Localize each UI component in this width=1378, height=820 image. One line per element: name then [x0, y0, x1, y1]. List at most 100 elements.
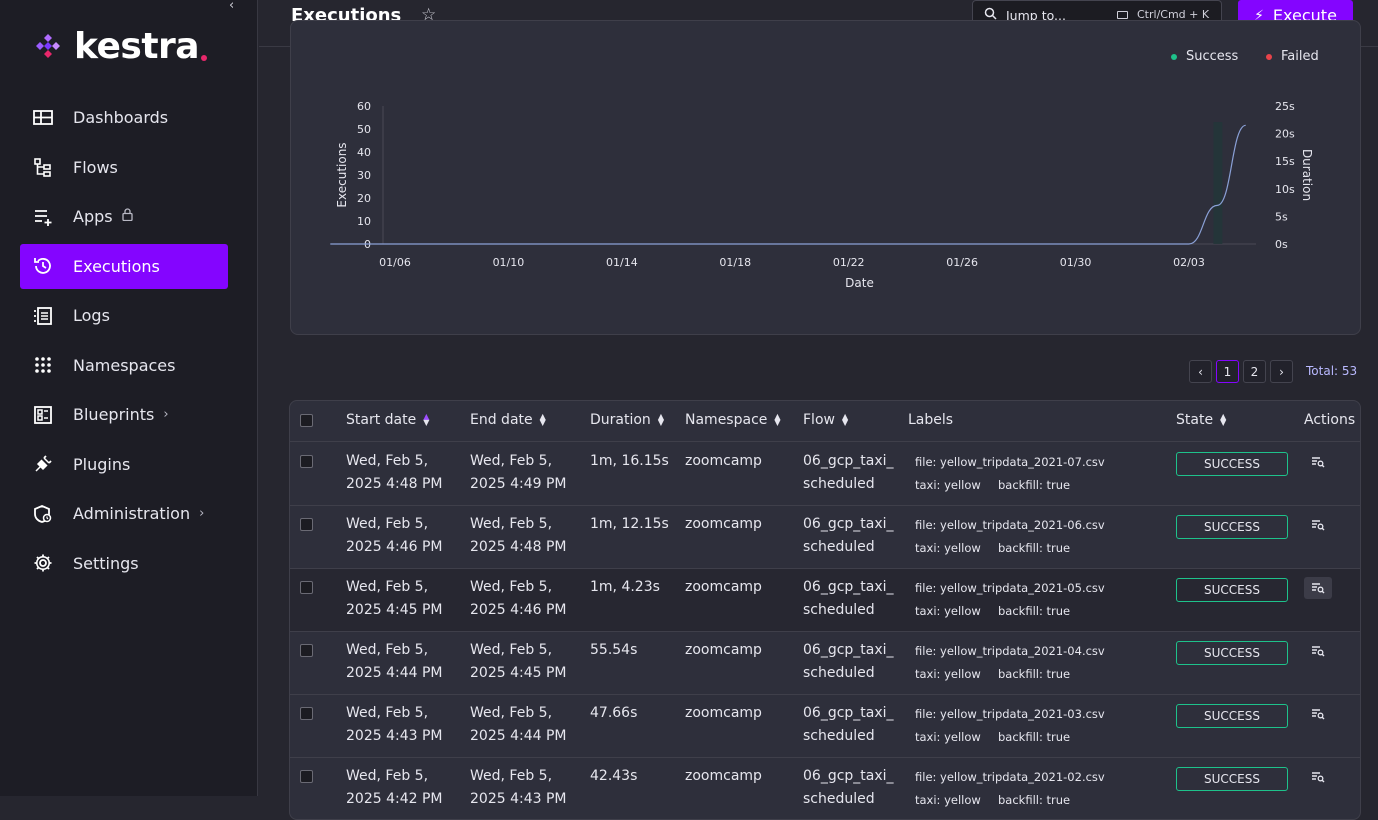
- column-duration[interactable]: Duration ▲ ▼: [590, 412, 664, 428]
- y-left-tick-label: 30: [357, 169, 371, 182]
- x-tick-label: 02/03: [1173, 256, 1205, 269]
- legend-success[interactable]: Success: [1171, 49, 1238, 64]
- sidebar-item-apps[interactable]: Apps: [20, 194, 228, 239]
- column-actions-label: Actions: [1304, 412, 1356, 428]
- flow-line-2: scheduled: [803, 539, 875, 555]
- row-checkbox[interactable]: [300, 770, 313, 783]
- blueprint-icon: [32, 404, 54, 426]
- column-labels-label: Labels: [908, 412, 954, 428]
- label-taxi[interactable]: taxi: yellow: [915, 730, 981, 744]
- namespace-cell[interactable]: zoomcamp: [685, 639, 762, 662]
- prev-page-button[interactable]: ‹: [1189, 360, 1212, 383]
- x-tick-label: 01/22: [833, 256, 865, 269]
- namespace-cell[interactable]: zoomcamp: [685, 450, 762, 473]
- sidebar-item-dashboards[interactable]: Dashboards: [20, 95, 228, 140]
- label-file[interactable]: file: yellow_tripdata_2021-02.csv: [915, 770, 1105, 784]
- flow-line-2: scheduled: [803, 728, 875, 744]
- page-1-button[interactable]: 1: [1216, 360, 1239, 383]
- flow-cell[interactable]: 06_gcp_taxi_ scheduled: [803, 450, 894, 496]
- apps-list-icon: [32, 206, 54, 228]
- column-state[interactable]: State ▲ ▼: [1176, 412, 1226, 428]
- label-file[interactable]: file: yellow_tripdata_2021-04.csv: [915, 644, 1105, 658]
- label-backfill[interactable]: backfill: true: [998, 541, 1070, 555]
- table-row[interactable]: Wed, Feb 5, 2025 4:43 PM Wed, Feb 5, 2025 4…: [290, 695, 1360, 758]
- flow-cell[interactable]: 06_gcp_taxi_ scheduled: [803, 765, 894, 811]
- table-row[interactable]: Wed, Feb 5, 2025 4:46 PM Wed, Feb 5, 2025 4…: [290, 506, 1360, 569]
- view-execution-button[interactable]: [1304, 640, 1332, 662]
- page-2-button[interactable]: 2: [1243, 360, 1266, 383]
- table-row[interactable]: Wed, Feb 5, 2025 4:44 PM Wed, Feb 5, 2025 4…: [290, 632, 1360, 695]
- flow-cell[interactable]: 06_gcp_taxi_ scheduled: [803, 513, 894, 559]
- sidebar-item-namespaces[interactable]: Namespaces: [20, 343, 228, 388]
- sidebar-item-settings[interactable]: Settings: [20, 541, 228, 586]
- label-taxi[interactable]: taxi: yellow: [915, 793, 981, 807]
- column-namespace-label: Namespace: [685, 412, 768, 428]
- column-end-date[interactable]: End date ▲ ▼: [470, 412, 546, 428]
- row-checkbox[interactable]: [300, 455, 313, 468]
- end-time-line: 2025 4:43 PM: [470, 791, 567, 807]
- label-file[interactable]: file: yellow_tripdata_2021-07.csv: [915, 455, 1105, 469]
- label-backfill[interactable]: backfill: true: [998, 604, 1070, 618]
- label-taxi[interactable]: taxi: yellow: [915, 604, 981, 618]
- logo-dot: [201, 55, 208, 61]
- sidebar-item-blueprints[interactable]: Blueprints ›: [20, 392, 228, 437]
- end-date-line: Wed, Feb 5,: [470, 642, 553, 658]
- table-row[interactable]: Wed, Feb 5, 2025 4:48 PM Wed, Feb 5, 2025 4…: [290, 443, 1360, 506]
- view-execution-button[interactable]: [1304, 514, 1332, 536]
- row-checkbox[interactable]: [300, 518, 313, 531]
- view-execution-button[interactable]: [1304, 766, 1332, 788]
- view-execution-button[interactable]: [1304, 577, 1332, 599]
- column-flow[interactable]: Flow ▲ ▼: [803, 412, 848, 428]
- select-all-checkbox[interactable]: [300, 414, 313, 427]
- collapse-sidebar-icon[interactable]: ‹: [229, 0, 241, 14]
- label-file[interactable]: file: yellow_tripdata_2021-03.csv: [915, 707, 1105, 721]
- namespace-cell[interactable]: zoomcamp: [685, 702, 762, 725]
- y-left-tick-label: 20: [357, 192, 371, 205]
- table-row[interactable]: Wed, Feb 5, 2025 4:45 PM Wed, Feb 5, 2025 4…: [290, 569, 1360, 632]
- flow-cell[interactable]: 06_gcp_taxi_ scheduled: [803, 639, 894, 685]
- label-backfill[interactable]: backfill: true: [998, 793, 1070, 807]
- column-namespace[interactable]: Namespace ▲ ▼: [685, 412, 781, 428]
- namespace-cell[interactable]: zoomcamp: [685, 576, 762, 599]
- x-tick-label: 01/06: [379, 256, 411, 269]
- view-execution-button[interactable]: [1304, 451, 1332, 473]
- sort-icon: ▲ ▼: [774, 412, 781, 427]
- sidebar-item-flows[interactable]: Flows: [20, 145, 228, 190]
- label-taxi[interactable]: taxi: yellow: [915, 541, 981, 555]
- start-date-line: Wed, Feb 5,: [346, 579, 429, 595]
- duration-cell: 42.43s: [590, 768, 638, 784]
- kestra-logo[interactable]: kestra: [32, 27, 208, 67]
- end-date-cell: Wed, Feb 5, 2025 4:43 PM: [470, 765, 567, 811]
- admin-shield-icon: [32, 503, 54, 525]
- next-page-button[interactable]: ›: [1270, 360, 1293, 383]
- sidebar-item-label: Settings: [73, 553, 139, 573]
- flow-cell[interactable]: 06_gcp_taxi_ scheduled: [803, 702, 894, 748]
- sidebar: ‹ kestra Dashboards Flows Apps Executions Lo…: [0, 0, 258, 796]
- label-file[interactable]: file: yellow_tripdata_2021-06.csv: [915, 518, 1105, 532]
- column-duration-label: Duration: [590, 412, 651, 428]
- view-execution-button[interactable]: [1304, 703, 1332, 725]
- namespace-cell[interactable]: zoomcamp: [685, 513, 762, 536]
- label-backfill[interactable]: backfill: true: [998, 478, 1070, 492]
- flow-cell[interactable]: 06_gcp_taxi_ scheduled: [803, 576, 894, 622]
- row-checkbox[interactable]: [300, 581, 313, 594]
- label-backfill[interactable]: backfill: true: [998, 730, 1070, 744]
- label-taxi[interactable]: taxi: yellow: [915, 478, 981, 492]
- success-bar: [1213, 122, 1223, 244]
- label-file[interactable]: file: yellow_tripdata_2021-05.csv: [915, 581, 1105, 595]
- label-backfill[interactable]: backfill: true: [998, 667, 1070, 681]
- row-checkbox[interactable]: [300, 644, 313, 657]
- label-taxi[interactable]: taxi: yellow: [915, 667, 981, 681]
- row-checkbox[interactable]: [300, 707, 313, 720]
- namespace-cell[interactable]: zoomcamp: [685, 765, 762, 788]
- x-axis-label: Date: [845, 276, 874, 290]
- sidebar-item-label: Blueprints: [73, 405, 155, 424]
- column-start-date[interactable]: Start date ▲ ▼: [346, 412, 429, 428]
- sidebar-item-executions[interactable]: Executions: [20, 243, 228, 289]
- sidebar-item-administration[interactable]: Administration ›: [20, 491, 228, 536]
- sidebar-item-plugins[interactable]: Plugins: [20, 442, 228, 487]
- legend-failed[interactable]: Failed: [1266, 49, 1319, 64]
- y-right-axis-label: Duration: [1300, 149, 1314, 201]
- sidebar-item-logs[interactable]: Logs: [20, 293, 228, 338]
- table-row[interactable]: Wed, Feb 5, 2025 4:42 PM Wed, Feb 5, 2025 4…: [290, 758, 1360, 819]
